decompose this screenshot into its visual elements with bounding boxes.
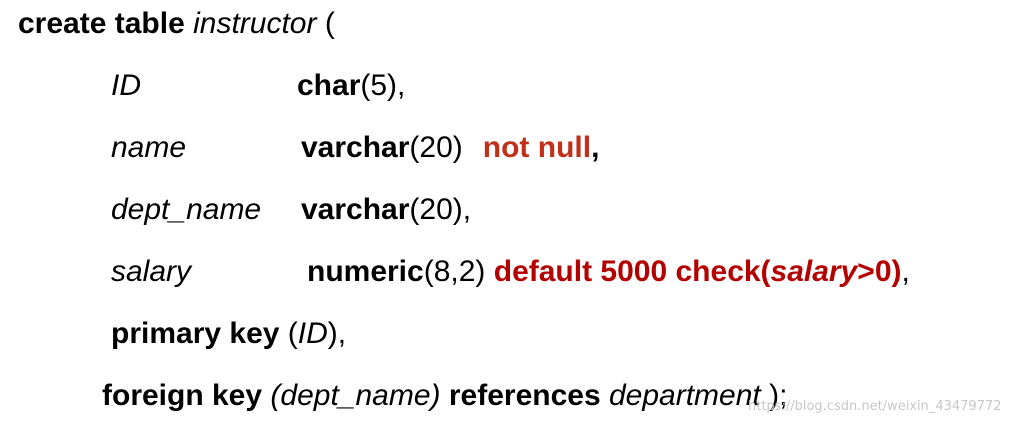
comma: , [591, 131, 600, 164]
table-name: instructor [193, 7, 317, 40]
constraint-not-null: not null [482, 131, 592, 164]
type-args-varchar: (20), [409, 193, 472, 226]
sql-line-create-table: create table instructor ( [18, 6, 335, 42]
sql-line-salary-type: numeric(8,2) default 5000 check(salary>0… [307, 254, 910, 290]
sql-line-dept-name-type: varchar(20), [301, 192, 471, 228]
default-check-keyword: default 5000 check( [493, 255, 771, 288]
column-name-dept-name: dept_name [111, 193, 262, 226]
check-column: salary [770, 255, 858, 288]
column-name-name: name [111, 131, 187, 164]
type-varchar: varchar [301, 131, 410, 164]
keyword-create-table: create table [18, 7, 185, 40]
keyword-primary-key: primary key [111, 317, 280, 350]
sql-line-name-type: varchar(20) not null, [301, 130, 599, 166]
comma: , [901, 255, 910, 288]
sql-line-salary: salary [111, 254, 191, 290]
sql-line-id: ID [111, 68, 141, 104]
check-condition: >0) [857, 255, 902, 288]
sql-line-primary-key: primary key (ID), [111, 316, 346, 352]
keyword-references: references [448, 379, 601, 412]
sql-line-foreign-key: foreign key (dept_name) references depar… [102, 378, 787, 414]
sql-line-name: name [111, 130, 186, 166]
type-args-char: (5), [360, 69, 406, 102]
referenced-table: department [608, 379, 761, 412]
foreign-key-column: (dept_name) [270, 379, 441, 412]
watermark: https://blog.csdn.net/weixin_43479772 [748, 399, 1002, 414]
sql-line-dept-name: dept_name [111, 192, 261, 228]
sql-line-id-type: char(5), [297, 68, 405, 104]
column-name-id: ID [111, 69, 141, 102]
open-paren: ( [279, 317, 298, 350]
primary-key-column: ID [297, 317, 328, 350]
type-char: char [297, 69, 361, 102]
column-name-salary: salary [111, 255, 192, 288]
keyword-foreign-key: foreign key [102, 379, 263, 412]
close-paren: ), [327, 317, 347, 350]
type-numeric: numeric [307, 255, 424, 288]
type-varchar: varchar [301, 193, 410, 226]
open-paren: ( [316, 7, 335, 40]
type-args-numeric: (8,2) [423, 255, 486, 288]
type-args-varchar: (20) [409, 131, 463, 164]
